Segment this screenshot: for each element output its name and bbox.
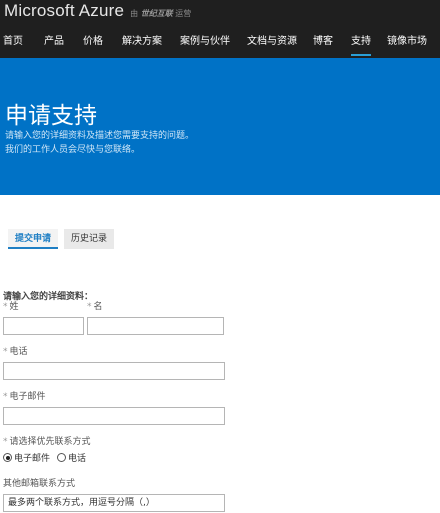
support-request-form: 请输入您的详细资料： * 姓 * 名 * 电话 * 电子邮件 * 请选择优先联系方式 电子… [3,289,433,512]
hero-desc-line-1: 请输入您的详细资料及描述您需要支持的问题。 [5,131,195,141]
contact-preference-label: * 请选择优先联系方式 [3,437,93,448]
top-header: Microsoft Azure 由 世纪互联 运营 首页 产品 价格 解决方案 … [0,0,440,58]
phone-label-text: 电话 [9,347,28,357]
contact-preference-radios: 电子邮件 电话 [3,451,93,464]
nav-item-pricing[interactable]: 价格 [80,26,106,58]
brand-sub-prefix: 由 [130,9,139,18]
required-mark: * [3,302,8,312]
tab-submit-request[interactable]: 提交申请 [8,229,59,249]
support-tabs: 提交申请 历史记录 [8,229,120,249]
last-name-label-text: 名 [93,302,103,312]
brand-sub-suffix: 运营 [175,9,192,18]
contact-phone-radio[interactable]: 电话 [57,451,86,464]
brand-logo[interactable]: Microsoft Azure 由 世纪互联 运营 [4,1,191,25]
name-row: * 姓 * 名 [3,302,433,335]
first-name-input[interactable] [3,317,84,335]
last-name-input[interactable] [87,317,224,335]
phone-input[interactable] [3,362,225,380]
contact-preference-label-text: 请选择优先联系方式 [9,437,91,447]
main-nav: 首页 产品 价格 解决方案 案例与伙伴 文档与资源 博客 支持 镜像市场 [0,26,440,58]
brand-name: Microsoft Azure [4,1,125,20]
hero-description: 请输入您的详细资料及描述您需要支持的问题。 我们的工作人员会尽快与您联络。 [5,129,194,157]
last-name-label: * 名 [87,302,224,313]
contact-preference-group: * 请选择优先联系方式 电子邮件 电话 [3,437,93,464]
other-email-input[interactable] [3,494,225,512]
phone-group: * 电话 [3,347,225,380]
nav-item-home[interactable]: 首页 [0,26,26,58]
required-mark: * [3,392,8,402]
tab-history[interactable]: 历史记录 [64,229,115,249]
required-mark: * [3,437,8,447]
email-group: * 电子邮件 [3,392,225,425]
radio-unchecked-icon[interactable] [57,453,67,462]
contact-phone-radio-label: 电话 [68,454,87,464]
other-email-label: 其他邮箱联系方式 [3,479,76,489]
nav-item-blog[interactable]: 博客 [310,26,336,58]
contact-email-radio[interactable]: 电子邮件 [3,451,50,464]
form-heading: 请输入您的详细资料： [3,292,94,302]
other-email-group: 其他邮箱联系方式 [3,479,225,512]
brand-operator: 由 世纪互联 运营 [130,8,191,19]
required-mark: * [3,347,8,357]
nav-item-solutions[interactable]: 解决方案 [119,26,165,58]
first-name-label-text: 姓 [9,302,19,312]
first-name-group: * 姓 [3,302,84,335]
page-title: 申请支持 [5,103,97,129]
email-label-text: 电子邮件 [9,392,46,402]
email-input[interactable] [3,407,225,425]
hero-banner: 申请支持 请输入您的详细资料及描述您需要支持的问题。 我们的工作人员会尽快与您联… [0,58,440,195]
last-name-group: * 名 [87,302,224,335]
radio-checked-icon[interactable] [3,453,12,462]
nav-item-products[interactable]: 产品 [41,26,67,58]
nav-item-support[interactable]: 支持 [348,26,374,58]
brand-sub-partner: 世纪互联 [140,9,173,18]
contact-email-radio-label: 电子邮件 [14,454,51,464]
nav-item-docs-resources[interactable]: 文档与资源 [244,26,300,58]
nav-item-cases-partners[interactable]: 案例与伙伴 [177,26,233,58]
hero-desc-line-2: 我们的工作人员会尽快与您联络。 [5,145,141,155]
nav-item-marketplace[interactable]: 镜像市场 [384,26,430,58]
phone-label: * 电话 [3,347,225,358]
first-name-label: * 姓 [3,302,84,313]
required-mark: * [87,302,92,312]
email-label: * 电子邮件 [3,392,225,403]
